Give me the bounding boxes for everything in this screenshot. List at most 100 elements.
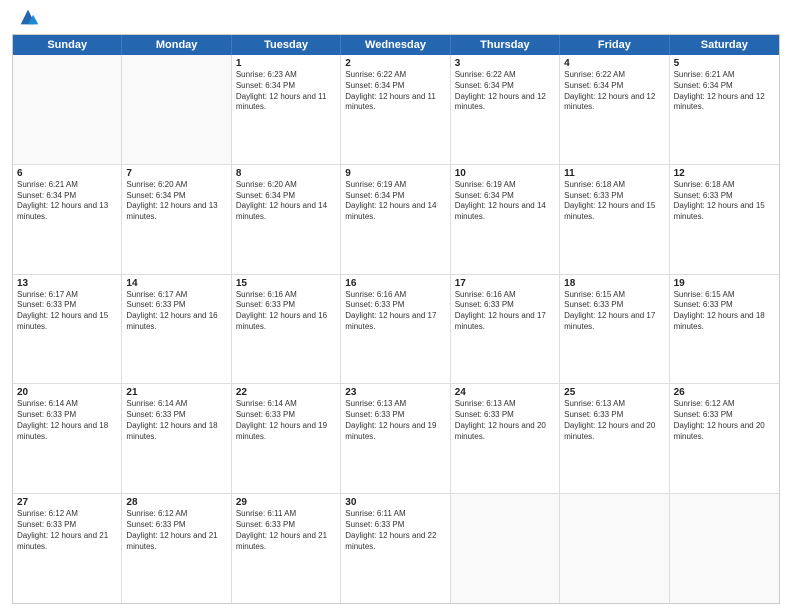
day-number: 5 <box>674 58 775 69</box>
day-info: Sunrise: 6:16 AM Sunset: 6:33 PM Dayligh… <box>345 290 445 333</box>
day-number: 25 <box>564 387 664 398</box>
day-info: Sunrise: 6:18 AM Sunset: 6:33 PM Dayligh… <box>674 180 775 223</box>
day-cell-21: 21Sunrise: 6:14 AM Sunset: 6:33 PM Dayli… <box>122 384 231 493</box>
header-day-thursday: Thursday <box>451 35 560 55</box>
calendar-row-2: 6Sunrise: 6:21 AM Sunset: 6:34 PM Daylig… <box>13 165 779 275</box>
day-info: Sunrise: 6:12 AM Sunset: 6:33 PM Dayligh… <box>126 509 226 552</box>
day-cell-7: 7Sunrise: 6:20 AM Sunset: 6:34 PM Daylig… <box>122 165 231 274</box>
day-number: 4 <box>564 58 664 69</box>
day-info: Sunrise: 6:14 AM Sunset: 6:33 PM Dayligh… <box>236 399 336 442</box>
day-info: Sunrise: 6:22 AM Sunset: 6:34 PM Dayligh… <box>455 70 555 113</box>
day-info: Sunrise: 6:13 AM Sunset: 6:33 PM Dayligh… <box>455 399 555 442</box>
day-number: 14 <box>126 278 226 289</box>
day-cell-8: 8Sunrise: 6:20 AM Sunset: 6:34 PM Daylig… <box>232 165 341 274</box>
day-number: 13 <box>17 278 117 289</box>
day-cell-17: 17Sunrise: 6:16 AM Sunset: 6:33 PM Dayli… <box>451 275 560 384</box>
day-info: Sunrise: 6:13 AM Sunset: 6:33 PM Dayligh… <box>345 399 445 442</box>
day-info: Sunrise: 6:13 AM Sunset: 6:33 PM Dayligh… <box>564 399 664 442</box>
day-cell-27: 27Sunrise: 6:12 AM Sunset: 6:33 PM Dayli… <box>13 494 122 603</box>
empty-cell <box>451 494 560 603</box>
day-cell-25: 25Sunrise: 6:13 AM Sunset: 6:33 PM Dayli… <box>560 384 669 493</box>
header-day-monday: Monday <box>122 35 231 55</box>
day-cell-20: 20Sunrise: 6:14 AM Sunset: 6:33 PM Dayli… <box>13 384 122 493</box>
calendar-row-1: 1Sunrise: 6:23 AM Sunset: 6:34 PM Daylig… <box>13 55 779 165</box>
empty-cell <box>560 494 669 603</box>
day-info: Sunrise: 6:12 AM Sunset: 6:33 PM Dayligh… <box>17 509 117 552</box>
day-number: 12 <box>674 168 775 179</box>
calendar-row-4: 20Sunrise: 6:14 AM Sunset: 6:33 PM Dayli… <box>13 384 779 494</box>
day-info: Sunrise: 6:15 AM Sunset: 6:33 PM Dayligh… <box>564 290 664 333</box>
day-number: 9 <box>345 168 445 179</box>
day-number: 18 <box>564 278 664 289</box>
day-number: 7 <box>126 168 226 179</box>
day-info: Sunrise: 6:21 AM Sunset: 6:34 PM Dayligh… <box>17 180 117 223</box>
day-cell-9: 9Sunrise: 6:19 AM Sunset: 6:34 PM Daylig… <box>341 165 450 274</box>
day-cell-3: 3Sunrise: 6:22 AM Sunset: 6:34 PM Daylig… <box>451 55 560 164</box>
day-cell-30: 30Sunrise: 6:11 AM Sunset: 6:33 PM Dayli… <box>341 494 450 603</box>
day-cell-5: 5Sunrise: 6:21 AM Sunset: 6:34 PM Daylig… <box>670 55 779 164</box>
day-cell-1: 1Sunrise: 6:23 AM Sunset: 6:34 PM Daylig… <box>232 55 341 164</box>
day-number: 11 <box>564 168 664 179</box>
day-number: 15 <box>236 278 336 289</box>
header <box>12 10 780 28</box>
day-info: Sunrise: 6:20 AM Sunset: 6:34 PM Dayligh… <box>126 180 226 223</box>
day-cell-12: 12Sunrise: 6:18 AM Sunset: 6:33 PM Dayli… <box>670 165 779 274</box>
day-cell-15: 15Sunrise: 6:16 AM Sunset: 6:33 PM Dayli… <box>232 275 341 384</box>
day-info: Sunrise: 6:11 AM Sunset: 6:33 PM Dayligh… <box>345 509 445 552</box>
day-number: 29 <box>236 497 336 508</box>
day-info: Sunrise: 6:20 AM Sunset: 6:34 PM Dayligh… <box>236 180 336 223</box>
day-cell-19: 19Sunrise: 6:15 AM Sunset: 6:33 PM Dayli… <box>670 275 779 384</box>
day-info: Sunrise: 6:15 AM Sunset: 6:33 PM Dayligh… <box>674 290 775 333</box>
day-info: Sunrise: 6:14 AM Sunset: 6:33 PM Dayligh… <box>17 399 117 442</box>
day-number: 17 <box>455 278 555 289</box>
header-day-saturday: Saturday <box>670 35 779 55</box>
day-info: Sunrise: 6:12 AM Sunset: 6:33 PM Dayligh… <box>674 399 775 442</box>
day-info: Sunrise: 6:16 AM Sunset: 6:33 PM Dayligh… <box>455 290 555 333</box>
day-cell-10: 10Sunrise: 6:19 AM Sunset: 6:34 PM Dayli… <box>451 165 560 274</box>
empty-cell <box>13 55 122 164</box>
day-number: 30 <box>345 497 445 508</box>
day-number: 10 <box>455 168 555 179</box>
day-cell-23: 23Sunrise: 6:13 AM Sunset: 6:33 PM Dayli… <box>341 384 450 493</box>
day-info: Sunrise: 6:19 AM Sunset: 6:34 PM Dayligh… <box>345 180 445 223</box>
day-number: 1 <box>236 58 336 69</box>
day-info: Sunrise: 6:14 AM Sunset: 6:33 PM Dayligh… <box>126 399 226 442</box>
day-info: Sunrise: 6:21 AM Sunset: 6:34 PM Dayligh… <box>674 70 775 113</box>
day-info: Sunrise: 6:22 AM Sunset: 6:34 PM Dayligh… <box>345 70 445 113</box>
calendar: SundayMondayTuesdayWednesdayThursdayFrid… <box>12 34 780 604</box>
page: SundayMondayTuesdayWednesdayThursdayFrid… <box>0 0 792 612</box>
calendar-row-3: 13Sunrise: 6:17 AM Sunset: 6:33 PM Dayli… <box>13 275 779 385</box>
day-number: 22 <box>236 387 336 398</box>
day-number: 26 <box>674 387 775 398</box>
day-cell-16: 16Sunrise: 6:16 AM Sunset: 6:33 PM Dayli… <box>341 275 450 384</box>
day-cell-11: 11Sunrise: 6:18 AM Sunset: 6:33 PM Dayli… <box>560 165 669 274</box>
day-cell-2: 2Sunrise: 6:22 AM Sunset: 6:34 PM Daylig… <box>341 55 450 164</box>
day-number: 24 <box>455 387 555 398</box>
day-cell-18: 18Sunrise: 6:15 AM Sunset: 6:33 PM Dayli… <box>560 275 669 384</box>
day-cell-6: 6Sunrise: 6:21 AM Sunset: 6:34 PM Daylig… <box>13 165 122 274</box>
day-number: 27 <box>17 497 117 508</box>
day-cell-26: 26Sunrise: 6:12 AM Sunset: 6:33 PM Dayli… <box>670 384 779 493</box>
day-number: 20 <box>17 387 117 398</box>
day-info: Sunrise: 6:23 AM Sunset: 6:34 PM Dayligh… <box>236 70 336 113</box>
day-info: Sunrise: 6:16 AM Sunset: 6:33 PM Dayligh… <box>236 290 336 333</box>
day-info: Sunrise: 6:19 AM Sunset: 6:34 PM Dayligh… <box>455 180 555 223</box>
day-number: 19 <box>674 278 775 289</box>
day-cell-13: 13Sunrise: 6:17 AM Sunset: 6:33 PM Dayli… <box>13 275 122 384</box>
calendar-header: SundayMondayTuesdayWednesdayThursdayFrid… <box>13 35 779 55</box>
day-cell-29: 29Sunrise: 6:11 AM Sunset: 6:33 PM Dayli… <box>232 494 341 603</box>
header-day-friday: Friday <box>560 35 669 55</box>
day-info: Sunrise: 6:18 AM Sunset: 6:33 PM Dayligh… <box>564 180 664 223</box>
logo <box>12 10 39 28</box>
day-number: 3 <box>455 58 555 69</box>
day-number: 8 <box>236 168 336 179</box>
day-info: Sunrise: 6:17 AM Sunset: 6:33 PM Dayligh… <box>126 290 226 333</box>
day-number: 23 <box>345 387 445 398</box>
day-number: 28 <box>126 497 226 508</box>
day-cell-24: 24Sunrise: 6:13 AM Sunset: 6:33 PM Dayli… <box>451 384 560 493</box>
day-info: Sunrise: 6:22 AM Sunset: 6:34 PM Dayligh… <box>564 70 664 113</box>
day-cell-14: 14Sunrise: 6:17 AM Sunset: 6:33 PM Dayli… <box>122 275 231 384</box>
header-day-tuesday: Tuesday <box>232 35 341 55</box>
empty-cell <box>122 55 231 164</box>
day-info: Sunrise: 6:17 AM Sunset: 6:33 PM Dayligh… <box>17 290 117 333</box>
